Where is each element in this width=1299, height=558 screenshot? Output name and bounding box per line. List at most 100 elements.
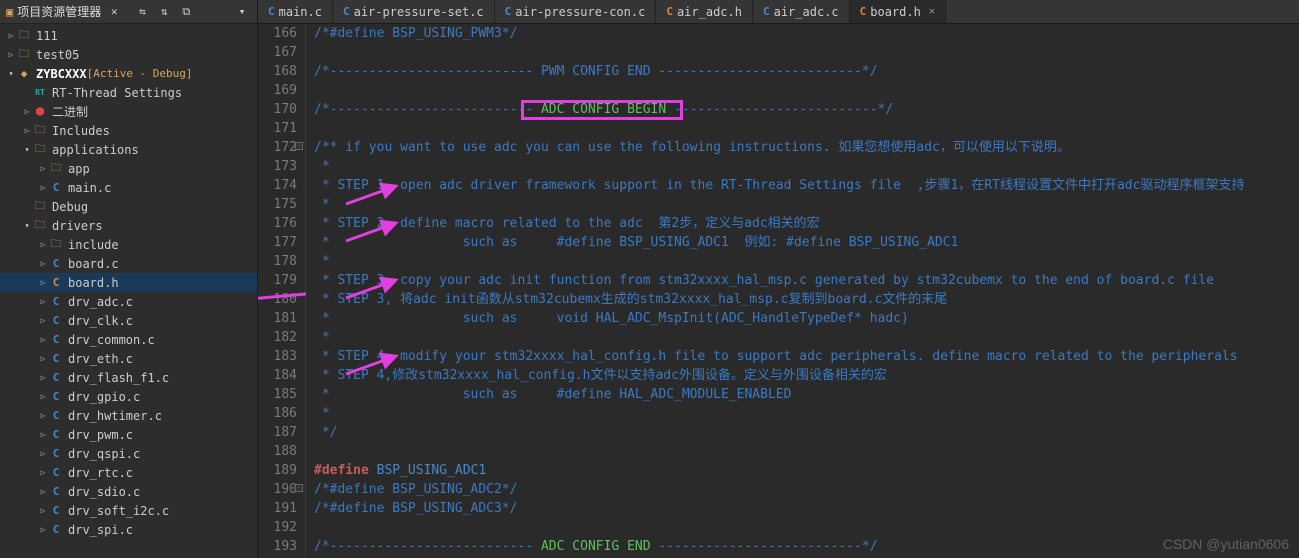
tree-item[interactable]: ▷Cdrv_clk.c	[0, 311, 257, 330]
code-line[interactable]: * STEP 3, copy your adc init function fr…	[314, 271, 1299, 290]
code-line[interactable]: * STEP 1, open adc driver framework supp…	[314, 176, 1299, 195]
tree-item-label: RT-Thread Settings	[52, 86, 182, 100]
view-menu-icon[interactable]: ▾	[233, 3, 251, 21]
expand-arrow-icon[interactable]: ▷	[38, 316, 48, 325]
expand-arrow-icon[interactable]: ▷	[38, 240, 48, 249]
expand-arrow-icon[interactable]: ▷	[38, 183, 48, 192]
code-line[interactable]: *	[314, 252, 1299, 271]
tree-item[interactable]: ▷⬢二进制	[0, 102, 257, 121]
tree-item[interactable]: ▷🗀app	[0, 159, 257, 178]
expand-arrow-icon[interactable]: ▷	[38, 392, 48, 401]
tree-item[interactable]: ▷Cdrv_adc.c	[0, 292, 257, 311]
code-line[interactable]	[314, 81, 1299, 100]
tree-item[interactable]: ▷Cdrv_flash_f1.c	[0, 368, 257, 387]
code-line[interactable]: /*-------------------------- ADC CONFIG …	[314, 100, 1299, 119]
tree-item[interactable]: ▷Cdrv_qspi.c	[0, 444, 257, 463]
expand-arrow-icon[interactable]: ▷	[38, 430, 48, 439]
code-line[interactable]: * such as void HAL_ADC_MspInit(ADC_Handl…	[314, 309, 1299, 328]
expand-arrow-icon[interactable]: ▷	[38, 487, 48, 496]
expand-arrow-icon[interactable]: ▷	[38, 278, 48, 287]
expand-arrow-icon[interactable]: ▷	[22, 126, 32, 135]
expand-arrow-icon[interactable]: ▷	[38, 354, 48, 363]
tree-item[interactable]: ▷🗀test05	[0, 45, 257, 64]
tree-item[interactable]: ▷Cboard.h	[0, 273, 257, 292]
code-line[interactable]	[314, 518, 1299, 537]
expand-arrow-icon[interactable]: ▷	[38, 259, 48, 268]
code-line[interactable]: /*-------------------------- ADC CONFIG …	[314, 537, 1299, 556]
expand-arrow-icon[interactable]: ▷	[38, 449, 48, 458]
editor-tab[interactable]: Cair_adc.h	[656, 0, 753, 23]
expand-arrow-icon[interactable]: ▷	[38, 468, 48, 477]
close-tab-icon[interactable]: ✕	[929, 6, 935, 17]
code-line[interactable]: /*#define BSP_USING_ADC3*/	[314, 499, 1299, 518]
expand-arrow-icon[interactable]: ▷	[6, 50, 16, 59]
tree-item[interactable]: ▾◆ZYBCXXX [Active - Debug]	[0, 64, 257, 83]
expand-arrow-icon[interactable]: ▾	[22, 145, 32, 154]
code-line[interactable]: * STEP 4,修改stm32xxxx_hal_config.h文件以支持ad…	[314, 366, 1299, 385]
filter-icon[interactable]: ⧉	[177, 3, 195, 21]
tree-item[interactable]: ▷Cdrv_eth.c	[0, 349, 257, 368]
code-line[interactable]: *	[314, 157, 1299, 176]
code-line[interactable]: *	[314, 404, 1299, 423]
code-line[interactable]: /*#define BSP_USING_ADC2*/	[314, 480, 1299, 499]
tree-item[interactable]: ▷Cdrv_sdio.c	[0, 482, 257, 501]
editor-tab[interactable]: Cboard.h✕	[850, 0, 946, 23]
expand-arrow-icon[interactable]: ▷	[38, 411, 48, 420]
code-line[interactable]: /*#define BSP_USING_PWM3*/	[314, 24, 1299, 43]
tree-item[interactable]: RTRT-Thread Settings	[0, 83, 257, 102]
tree-item[interactable]: ▷Cdrv_spi.c	[0, 520, 257, 539]
expand-arrow-icon[interactable]: ▾	[6, 69, 16, 78]
code-line[interactable]	[314, 119, 1299, 138]
tree-item[interactable]: ▷Cboard.c	[0, 254, 257, 273]
C-icon: C	[48, 333, 64, 347]
code-line[interactable]: /*-------------------------- PWM CONFIG …	[314, 62, 1299, 81]
tree-item[interactable]: ▷Cmain.c	[0, 178, 257, 197]
expand-arrow-icon[interactable]: ▷	[22, 107, 32, 116]
tree-item[interactable]: ▷Cdrv_rtc.c	[0, 463, 257, 482]
expand-arrow-icon[interactable]: ▷	[38, 525, 48, 534]
code-line[interactable]: * STEP 2, define macro related to the ad…	[314, 214, 1299, 233]
collapse-icon[interactable]: ⇆	[133, 3, 151, 21]
expand-arrow-icon[interactable]: ▷	[38, 297, 48, 306]
tab-label: board.h	[870, 5, 921, 19]
expand-arrow-icon[interactable]: ▷	[6, 31, 16, 40]
code-line[interactable]: *	[314, 328, 1299, 347]
code-line[interactable]: * STEP 4, modify your stm32xxxx_hal_conf…	[314, 347, 1299, 366]
fold-toggle-icon[interactable]: -	[295, 142, 303, 150]
tree-item[interactable]: ▷Cdrv_gpio.c	[0, 387, 257, 406]
expand-arrow-icon[interactable]: ▷	[38, 373, 48, 382]
code-line[interactable]: */	[314, 423, 1299, 442]
editor-tab[interactable]: Cair_adc.c	[753, 0, 850, 23]
expand-arrow-icon[interactable]: ▾	[22, 221, 32, 230]
code-line[interactable]: #define BSP_USING_ADC1	[314, 461, 1299, 480]
tree-item[interactable]: ▷🗀111	[0, 26, 257, 45]
code-line[interactable]	[314, 43, 1299, 62]
code-line[interactable]: *	[314, 195, 1299, 214]
tree-item[interactable]: ▷🗀Includes	[0, 121, 257, 140]
close-panel-icon[interactable]: ✕	[105, 3, 123, 21]
tree-item[interactable]: ▷Cdrv_hwtimer.c	[0, 406, 257, 425]
tree-item[interactable]: ▾🗀applications	[0, 140, 257, 159]
link-editor-icon[interactable]: ⇅	[155, 3, 173, 21]
tree-item[interactable]: ▷🗀include	[0, 235, 257, 254]
expand-arrow-icon[interactable]: ▷	[38, 506, 48, 515]
code-line[interactable]: * such as #define BSP_USING_ADC1 例如: #de…	[314, 233, 1299, 252]
code-line[interactable]: * STEP 3, 将adc init函数从stm32cubemx生成的stm3…	[314, 290, 1299, 309]
code-line[interactable]	[314, 442, 1299, 461]
tree-item[interactable]: ▾🗀drivers	[0, 216, 257, 235]
fold-toggle-icon[interactable]: -	[295, 484, 303, 492]
editor-tab[interactable]: Cair-pressure-set.c	[333, 0, 495, 23]
tree-item[interactable]: ▷Cdrv_pwm.c	[0, 425, 257, 444]
tree-item[interactable]: 🗀Debug	[0, 197, 257, 216]
expand-arrow-icon[interactable]: ▷	[38, 335, 48, 344]
code-line[interactable]: /** if you want to use adc you can use t…	[314, 138, 1299, 157]
code-content[interactable]: /*#define BSP_USING_PWM3*/ /*------------…	[306, 24, 1299, 558]
editor-tab[interactable]: Cmain.c	[258, 0, 333, 23]
tree-item[interactable]: ▷Cdrv_soft_i2c.c	[0, 501, 257, 520]
project-tree[interactable]: ▷🗀111▷🗀test05▾◆ZYBCXXX [Active - Debug]R…	[0, 24, 257, 558]
expand-arrow-icon[interactable]: ▷	[38, 164, 48, 173]
tree-item[interactable]: ▷Cdrv_common.c	[0, 330, 257, 349]
line-number: 181	[258, 309, 297, 328]
code-line[interactable]: * such as #define HAL_ADC_MODULE_ENABLED	[314, 385, 1299, 404]
editor-tab[interactable]: Cair-pressure-con.c	[495, 0, 657, 23]
